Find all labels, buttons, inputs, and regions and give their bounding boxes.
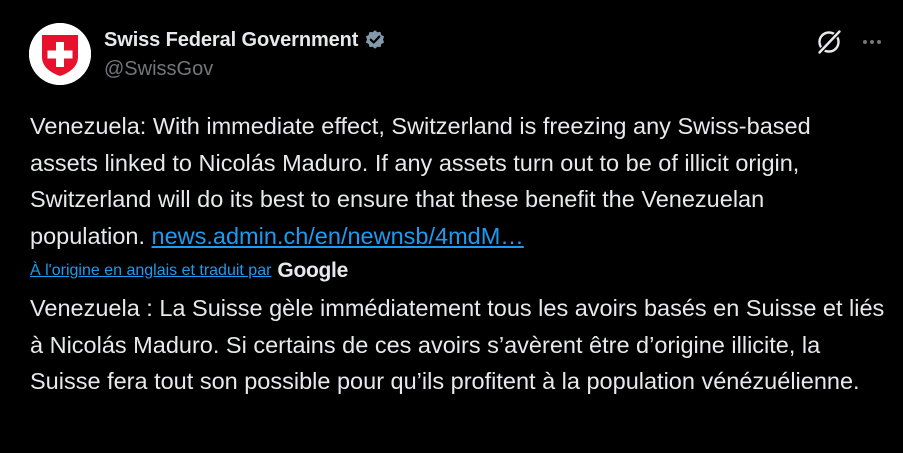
verified-badge-icon[interactable] — [364, 29, 386, 51]
more-button[interactable] — [857, 27, 887, 57]
tweet-link[interactable]: news.admin.ch/en/newnsb/4mdM… — [152, 223, 524, 249]
translation-attribution: À l'origine en anglais et traduit par Go… — [30, 258, 348, 284]
more-icon-dot — [870, 40, 874, 44]
handle[interactable]: @SwissGov — [104, 58, 386, 81]
more-icon-dot — [877, 40, 881, 44]
tweet-text: Venezuela: With immediate effect, Switze… — [30, 108, 880, 254]
google-logo: Google — [277, 259, 348, 282]
avatar[interactable] — [29, 23, 91, 85]
grok-icon — [817, 29, 842, 55]
display-name-row: Swiss Federal Government — [104, 27, 386, 53]
translated-text: Venezuela : La Suisse gèle immédiatement… — [30, 295, 885, 394]
swiss-flag-icon — [29, 23, 91, 85]
translation-label[interactable]: À l'origine en anglais et traduit par — [30, 262, 271, 280]
display-name[interactable]: Swiss Federal Government — [104, 29, 358, 52]
more-icon-dot — [863, 40, 867, 44]
author-info: Swiss Federal Government @SwissGov — [104, 27, 386, 81]
grok-button[interactable] — [813, 26, 845, 58]
tweet: Swiss Federal Government @SwissGov Venez… — [0, 0, 903, 453]
